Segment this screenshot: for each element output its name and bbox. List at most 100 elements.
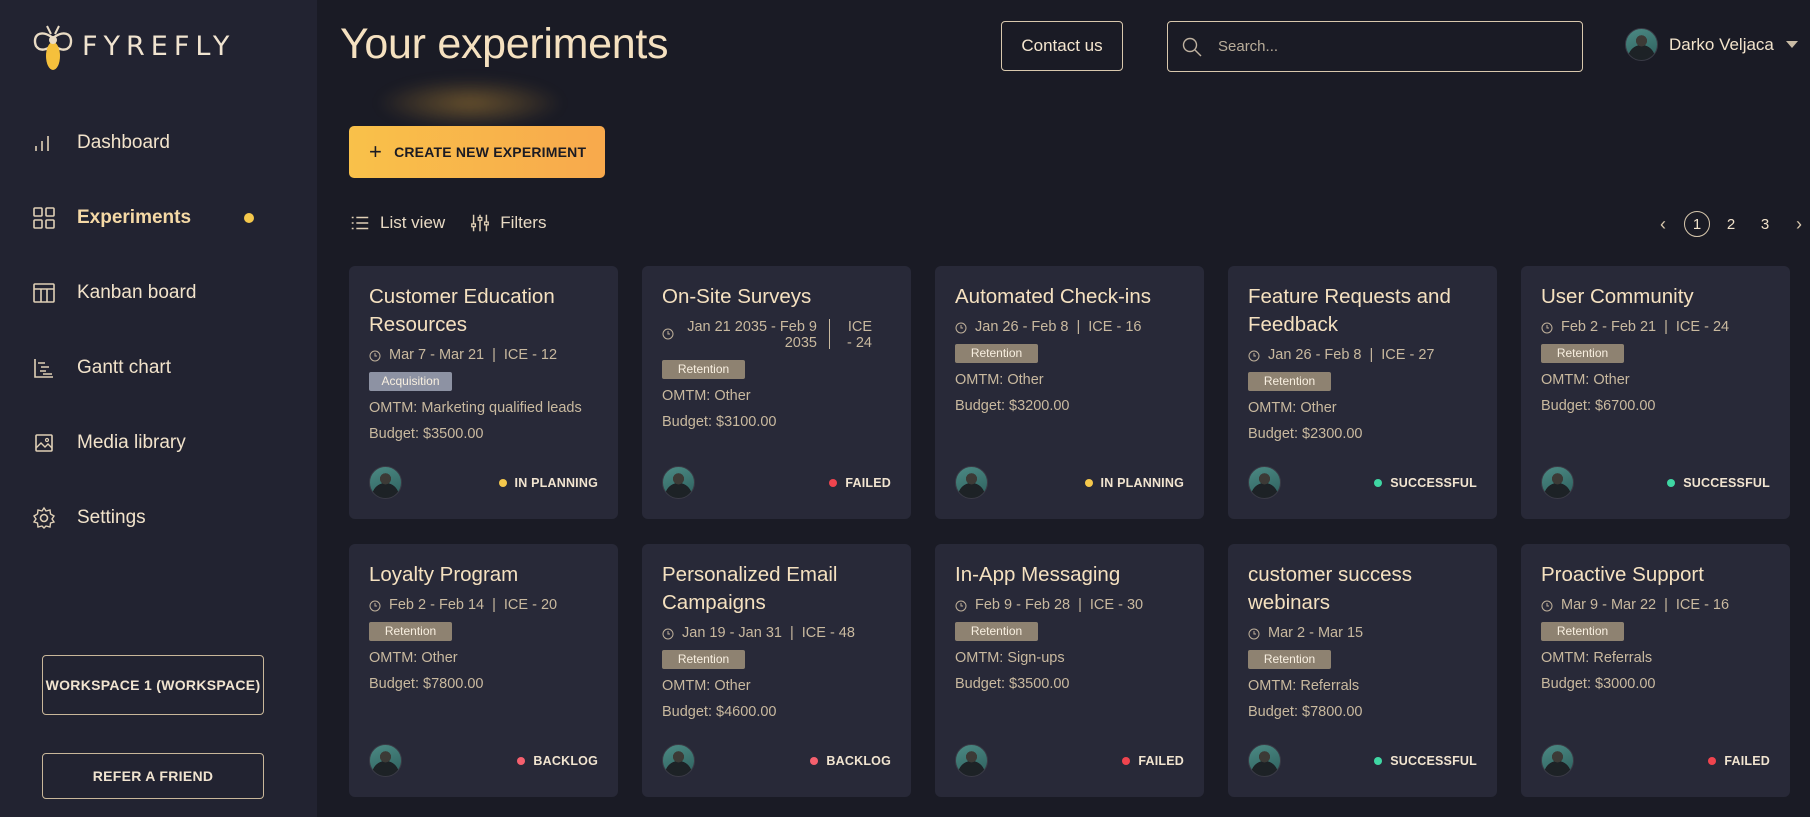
card-meta: Mar 7 - Mar 21 | ICE - 12 [369, 347, 598, 363]
experiment-card[interactable]: Customer Education Resources Mar 7 - Mar… [349, 266, 618, 519]
status-label: IN PLANNING [514, 475, 598, 490]
pagination: ‹ 1 2 3 › [1646, 211, 1810, 237]
card-budget: Budget: $7800.00 [369, 676, 484, 692]
sidebar-item-media-library[interactable]: Media library [0, 405, 317, 480]
card-omtm: OMTM: Other [955, 372, 1044, 388]
card-title: Proactive Support [1541, 563, 1704, 586]
card-ice: ICE - 24 [847, 319, 872, 351]
card-omtm: OMTM: Other [662, 388, 751, 404]
status-label: SUCCESSFUL [1390, 475, 1477, 490]
status-badge: SUCCESSFUL [1667, 476, 1770, 490]
brand-logo[interactable]: FYREFLY [32, 16, 235, 76]
status-label: BACKLOG [533, 753, 598, 768]
status-label: SUCCESSFUL [1390, 753, 1477, 768]
card-meta: Mar 9 - Mar 22 | ICE - 16 [1541, 597, 1770, 613]
sidebar-item-gantt-chart[interactable]: Gantt chart [0, 330, 317, 405]
create-new-experiment-button[interactable]: + CREATE NEW EXPERIMENT [349, 126, 605, 178]
status-dot [517, 756, 526, 765]
card-tag: Retention [662, 360, 745, 379]
status-dot [1122, 756, 1131, 765]
sidebar-item-label: Kanban board [77, 281, 197, 303]
owner-avatar [1541, 744, 1574, 777]
card-budget: Budget: $6700.00 [1541, 398, 1656, 414]
filters-icon [471, 214, 490, 232]
card-budget: Budget: $4600.00 [662, 704, 777, 720]
brand-name: FYREFLY [82, 30, 236, 62]
card-dates: Jan 21 2035 - Feb 9 2035 [687, 319, 817, 351]
experiment-card[interactable]: Automated Check-ins Jan 26 - Feb 8 | ICE -… [935, 266, 1204, 519]
card-ice: ICE - 48 [801, 625, 855, 641]
experiment-card[interactable]: Proactive Support Mar 9 - Mar 22 | ICE - 1… [1521, 544, 1790, 797]
clock-icon [955, 322, 967, 334]
card-title: Personalized Email Campaigns [662, 563, 838, 614]
sidebar-item-experiments[interactable]: Experiments [0, 180, 317, 255]
user-menu[interactable]: Darko Veljaca [1625, 28, 1798, 61]
status-label: IN PLANNING [1100, 475, 1184, 490]
card-omtm: OMTM: Marketing qualified leads [369, 400, 582, 416]
contact-us-button[interactable]: Contact us [1001, 21, 1123, 71]
refer-a-friend-button[interactable]: REFER A FRIEND [42, 753, 264, 799]
list-icon [351, 216, 369, 230]
clock-icon [662, 628, 674, 640]
page-button-1[interactable]: 1 [1684, 211, 1710, 237]
card-title: Automated Check-ins [955, 285, 1151, 308]
card-omtm: OMTM: Other [662, 678, 751, 694]
meta-separator: | [789, 625, 794, 641]
owner-avatar [955, 466, 988, 499]
status-dot [810, 756, 819, 765]
user-name: Darko Veljaca [1669, 34, 1774, 54]
status-dot [498, 478, 507, 487]
card-budget: Budget: $3200.00 [955, 398, 1070, 414]
owner-avatar [662, 466, 695, 499]
status-badge: IN PLANNING [1084, 475, 1184, 490]
card-budget: Budget: $7800.00 [1248, 704, 1363, 720]
clock-icon [1541, 322, 1553, 334]
experiment-card[interactable]: Personalized Email Campaigns Jan 19 - Ja… [642, 544, 911, 797]
search-icon [1182, 37, 1202, 56]
card-omtm: OMTM: Referrals [1541, 650, 1653, 666]
status-dot [1374, 478, 1383, 487]
list-view-label: List view [380, 213, 446, 232]
experiment-card[interactable]: User Community Feb 2 - Feb 21 | ICE - 24 R… [1521, 266, 1790, 519]
card-footer: SUCCESSFUL [1248, 744, 1477, 777]
chevron-left-icon[interactable]: ‹ [1650, 211, 1676, 237]
owner-avatar [1541, 466, 1574, 499]
filters-button[interactable]: Filters [469, 212, 546, 234]
sidebar-item-label: Media library [77, 431, 186, 453]
card-budget: Budget: $2300.00 [1248, 426, 1363, 442]
experiment-card[interactable]: customer success webinars Mar 2 - Mar 15… [1228, 544, 1497, 797]
experiment-card[interactable]: On-Site Surveys Jan 21 2035 - Feb 9 2035… [642, 266, 911, 519]
clock-icon [662, 328, 674, 340]
card-tag: Retention [1248, 650, 1331, 669]
card-title: User Community [1541, 285, 1694, 308]
user-avatar [1625, 28, 1658, 61]
card-title: On-Site Surveys [662, 285, 812, 308]
kanban-icon [32, 281, 56, 305]
card-budget: Budget: $3000.00 [1541, 676, 1656, 692]
sidebar-item-kanban-board[interactable]: Kanban board [0, 255, 317, 330]
meta-separator: | [1369, 347, 1374, 363]
page-button-3[interactable]: 3 [1752, 211, 1778, 237]
clock-icon [1248, 628, 1260, 640]
card-omtm: OMTM: Sign-ups [955, 650, 1065, 666]
card-footer: SUCCESSFUL [1248, 466, 1477, 499]
status-badge: SUCCESSFUL [1374, 754, 1477, 768]
search-box[interactable] [1167, 21, 1583, 72]
search-input[interactable] [1218, 38, 1558, 55]
card-meta: Feb 2 - Feb 21 | ICE - 24 [1541, 319, 1770, 335]
firefly-logo-icon [33, 25, 73, 70]
page-button-2[interactable]: 2 [1718, 211, 1744, 237]
list-view-button[interactable]: List view [349, 212, 445, 234]
card-ice: ICE - 16 [1675, 597, 1730, 613]
sidebar-item-settings[interactable]: Settings [0, 480, 317, 555]
experiment-card[interactable]: Feature Requests and Feedback Jan 26 - F… [1228, 266, 1497, 519]
experiment-card[interactable]: Loyalty Program Feb 2 - Feb 14 | ICE - 20 … [349, 544, 618, 797]
status-badge: FAILED [829, 476, 891, 490]
workspace-button[interactable]: WORKSPACE 1 (WORKSPACE) [42, 655, 264, 715]
sidebar-item-dashboard[interactable]: Dashboard [0, 105, 317, 180]
card-meta: Jan 21 2035 - Feb 9 2035 ICE - 24 [662, 319, 891, 351]
experiment-card[interactable]: In-App Messaging Feb 9 - Feb 28 | ICE - 30… [935, 544, 1204, 797]
chevron-right-icon[interactable]: › [1786, 211, 1810, 237]
card-footer: SUCCESSFUL [1541, 466, 1770, 499]
card-dates: Jan 19 - Jan 31 [682, 625, 782, 641]
